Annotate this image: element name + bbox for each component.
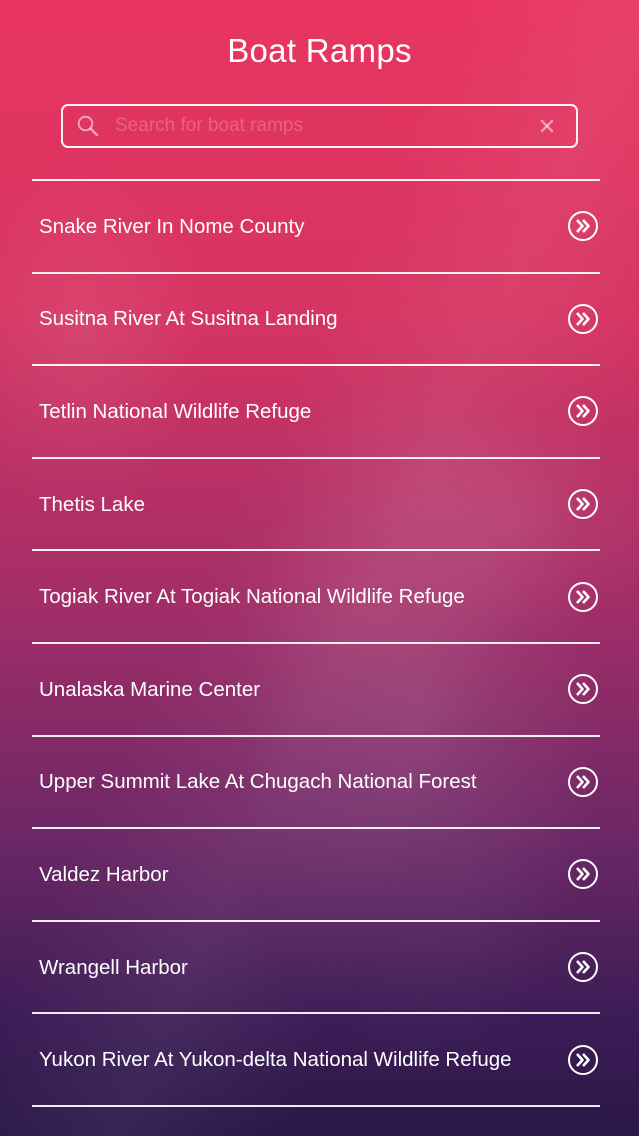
- list-item[interactable]: Unalaska Marine Center: [32, 644, 600, 737]
- list-item[interactable]: Thetis Lake: [32, 459, 600, 552]
- list-item[interactable]: Yukon River At Yukon-delta National Wild…: [32, 1014, 600, 1107]
- list-item-label: Yukon River At Yukon-delta National Wild…: [39, 1048, 512, 1072]
- list-item-label: Susitna River At Susitna Landing: [39, 307, 338, 331]
- double-chevron-right-icon[interactable]: [567, 858, 599, 890]
- list-item-label: Valdez Harbor: [39, 862, 169, 886]
- search-input[interactable]: [115, 106, 532, 146]
- double-chevron-right-icon[interactable]: [567, 303, 599, 335]
- list-item[interactable]: Valdez Harbor: [32, 829, 600, 922]
- double-chevron-right-icon[interactable]: [567, 210, 599, 242]
- list-item[interactable]: Upper Summit Lake At Chugach National Fo…: [32, 737, 600, 830]
- list-item-label: Thetis Lake: [39, 492, 145, 516]
- search-icon: [75, 113, 101, 139]
- list-item[interactable]: Susitna River At Susitna Landing: [32, 274, 600, 367]
- list-item-label: Togiak River At Togiak National Wildlife…: [39, 585, 465, 609]
- list-item[interactable]: Tetlin National Wildlife Refuge: [32, 366, 600, 459]
- page-title: Boat Ramps: [227, 32, 412, 69]
- list-item-label: Upper Summit Lake At Chugach National Fo…: [39, 770, 477, 794]
- list-item[interactable]: Wrangell Harbor: [32, 922, 600, 1015]
- double-chevron-right-icon[interactable]: [567, 581, 599, 613]
- double-chevron-right-icon[interactable]: [567, 766, 599, 798]
- double-chevron-right-icon[interactable]: [567, 951, 599, 983]
- list-item-label: Snake River In Nome County: [39, 214, 305, 238]
- list-item[interactable]: Snake River In Nome County: [32, 181, 600, 274]
- list-item-label: Unalaska Marine Center: [39, 677, 261, 701]
- double-chevron-right-icon[interactable]: [567, 395, 599, 427]
- list-item-label: Wrangell Harbor: [39, 955, 188, 979]
- close-icon[interactable]: [532, 111, 562, 141]
- boat-ramp-list: Snake River In Nome County Susitna River…: [32, 179, 600, 1107]
- double-chevron-right-icon[interactable]: [567, 488, 599, 520]
- list-item[interactable]: Togiak River At Togiak National Wildlife…: [32, 551, 600, 644]
- double-chevron-right-icon[interactable]: [567, 673, 599, 705]
- search-bar[interactable]: [61, 104, 578, 148]
- list-item-label: Tetlin National Wildlife Refuge: [39, 399, 312, 423]
- double-chevron-right-icon[interactable]: [567, 1044, 599, 1076]
- header: Boat Ramps: [0, 0, 639, 100]
